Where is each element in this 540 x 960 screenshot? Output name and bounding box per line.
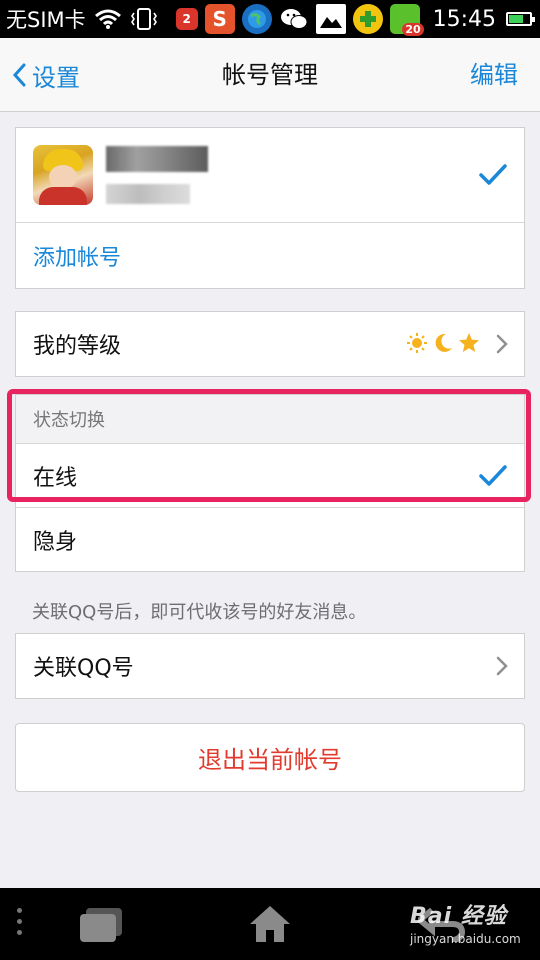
edit-button[interactable]: 编辑 [470,38,518,112]
battery-icon [506,12,535,26]
link-qq-hint: 关联QQ号后，即可代收该号的好友消息。 [32,602,367,623]
status-invisible-row[interactable]: 隐身 [16,507,524,571]
status-invisible-label: 隐身 [33,529,78,555]
account-card: 添加帐号 [15,127,525,289]
notify-app-icon: 20 [389,4,424,36]
recent-apps-icon[interactable] [78,906,124,942]
sun-icon [407,333,427,353]
logout-button[interactable]: 退出当前帐号 [15,723,525,792]
link-qq-card: 关联QQ号 [15,633,525,699]
chevron-right-icon [496,334,508,354]
page-title: 帐号管理 [222,61,318,89]
account-id-blurred [106,184,190,204]
vibrate-icon [130,8,157,30]
status-bar: 无SIM卡 2 S 20 15:45 [0,0,540,38]
link-qq-row[interactable]: 关联QQ号 [16,634,524,698]
star-icon [459,333,479,352]
clock: 15:45 [432,6,496,32]
wifi-icon [94,9,121,29]
browser-globe-icon [241,4,272,34]
wechat-icon [279,4,309,34]
level-icons [406,332,480,354]
add-account-button[interactable]: 添加帐号 [16,222,524,288]
baidu-jingyan-watermark: Bai 经验 jingyan.baidu.com [410,904,521,946]
my-level-row[interactable]: 我的等级 [16,312,524,376]
plus-app-icon [352,4,383,34]
menu-dots-icon[interactable] [17,908,23,941]
sogou-input-icon: S [204,4,235,34]
highlight-frame [7,389,531,502]
link-qq-label: 关联QQ号 [33,656,134,681]
account-row[interactable] [16,128,524,222]
my-level-label: 我的等级 [33,334,122,359]
checkmark-icon [479,164,507,185]
add-account-label: 添加帐号 [33,245,122,271]
avatar [33,145,93,205]
carrier-label: 无SIM卡 [6,8,86,32]
account-name-blurred [106,146,208,172]
home-icon[interactable] [248,904,292,944]
gallery-icon [315,4,346,34]
back-button[interactable]: 设置 [12,38,80,112]
chevron-left-icon [12,63,26,87]
nav-bar: 设置 帐号管理 编辑 [0,38,540,112]
chevron-right-icon [496,656,508,676]
moon-icon [435,333,452,352]
notification-badge-icon: 2 [175,8,198,30]
level-card: 我的等级 [15,311,525,377]
back-label: 设置 [32,63,80,92]
